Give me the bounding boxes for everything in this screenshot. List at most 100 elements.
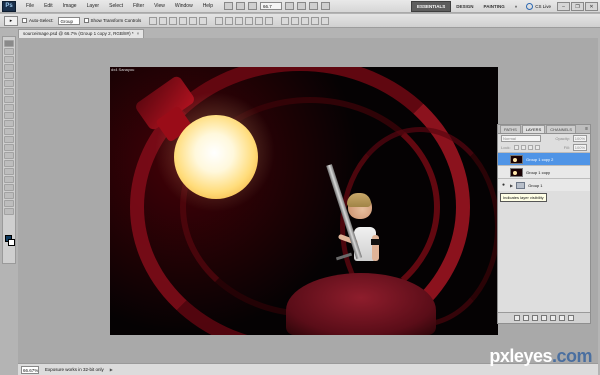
mini-bridge-icon[interactable] [235,2,245,10]
tab-paths[interactable]: PATHS [500,125,521,133]
marquee-tool-icon[interactable] [4,48,14,55]
3d-roll-icon[interactable] [291,16,300,25]
transform-controls-checkbox[interactable] [83,18,89,23]
lock-pixels-icon[interactable] [520,145,526,150]
distribute-bottom-icon[interactable] [235,16,244,25]
align-vcenter-icon[interactable] [159,16,168,25]
arrange-documents-icon[interactable] [308,2,318,10]
document-tab[interactable]: sourceimage.psd @ 66.7% (Group 1 copy 2,… [18,29,145,38]
rotate-view-icon[interactable] [296,2,306,10]
tab-channels[interactable]: CHANNELS [546,125,577,133]
auto-select-option[interactable]: Auto-Select: [22,18,54,23]
eraser-tool-icon[interactable] [4,120,14,127]
delete-layer-icon[interactable] [568,315,574,321]
3d-pan-icon[interactable] [301,16,310,25]
3d-rotate-tool-icon[interactable] [4,184,14,191]
visibility-eye-icon[interactable]: ● [500,182,507,189]
close-button[interactable]: ✕ [585,1,598,11]
3d-scale-icon[interactable] [321,16,330,25]
minimize-button[interactable]: – [557,1,570,11]
tab-layers[interactable]: LAYERS [521,125,546,133]
new-layer-icon[interactable] [559,315,565,321]
align-top-icon[interactable] [149,16,158,25]
distribute-top-icon[interactable] [215,16,224,25]
image-canvas[interactable] [110,67,498,335]
clone-stamp-tool-icon[interactable] [4,104,14,111]
distribute-vcenter-icon[interactable] [225,16,234,25]
menu-view[interactable]: View [149,0,170,13]
menu-layer[interactable]: Layer [82,0,105,13]
status-menu-arrow-icon[interactable]: ▶ [110,367,113,372]
adjustment-layer-icon[interactable] [541,315,547,321]
link-layers-icon[interactable] [514,315,520,321]
eyedropper-tool-icon[interactable] [4,80,14,87]
opacity-field[interactable]: 100% [573,135,587,142]
align-left-icon[interactable] [179,16,188,25]
3d-slide-icon[interactable] [311,16,320,25]
align-hcenter-icon[interactable] [189,16,198,25]
hand-tool-icon[interactable] [284,2,294,10]
cs-live-button[interactable]: CS Live [526,2,551,10]
auto-select-dropdown[interactable]: Group [57,16,80,25]
restore-button[interactable]: ❐ [571,1,584,11]
layer-style-icon[interactable] [523,315,529,321]
layer-row[interactable]: Group 1 copy 2 [498,152,590,165]
blend-mode-dropdown[interactable]: Normal [501,135,541,142]
bridge-icon[interactable] [223,2,233,10]
fill-field[interactable]: 100% [573,144,587,151]
background-color-swatch[interactable] [8,239,15,246]
workspace-essentials[interactable]: ESSENTIALS [411,0,452,12]
menu-edit[interactable]: Edit [39,0,58,13]
hand-tool-icon[interactable] [4,200,14,207]
lock-position-icon[interactable] [527,145,533,150]
lasso-tool-icon[interactable] [4,56,14,63]
new-group-icon[interactable] [550,315,556,321]
menu-window[interactable]: Window [170,0,198,13]
screen-mode-icon[interactable] [320,2,330,10]
dodge-tool-icon[interactable] [4,144,14,151]
distribute-left-icon[interactable] [245,16,254,25]
workspace-painting[interactable]: PAINTING [479,2,510,11]
document-close-icon[interactable]: × [137,30,140,38]
group-expand-icon[interactable]: ▶ [510,183,513,188]
layer-row[interactable]: ● ▶ Group 1 [498,178,590,191]
visibility-eye-icon[interactable] [500,169,507,176]
transform-controls-option[interactable]: Show Transform Controls [83,18,141,23]
type-tool-icon[interactable] [4,160,14,167]
crop-tool-icon[interactable] [4,72,14,79]
zoom-level-dropdown[interactable]: 66.7 [259,2,282,10]
menu-file[interactable]: File [21,0,39,13]
workspace-design[interactable]: DESIGN [451,2,478,11]
layer-mask-icon[interactable] [532,315,538,321]
zoom-field[interactable]: 66.67% [21,365,39,374]
layer-row[interactable]: Group 1 copy [498,165,590,178]
visibility-eye-icon[interactable] [500,156,507,163]
pen-tool-icon[interactable] [4,152,14,159]
menu-select[interactable]: Select [104,0,128,13]
shape-tool-icon[interactable] [4,176,14,183]
move-tool-icon[interactable] [4,40,14,47]
distribute-hcenter-icon[interactable] [255,16,264,25]
3d-rotate-icon[interactable] [281,16,290,25]
path-select-tool-icon[interactable] [4,168,14,175]
gradient-tool-icon[interactable] [4,128,14,135]
panel-menu-icon[interactable]: ≡ [585,126,588,133]
brush-tool-icon[interactable] [4,96,14,103]
distribute-right-icon[interactable] [265,16,274,25]
blur-tool-icon[interactable] [4,136,14,143]
quick-select-tool-icon[interactable] [4,64,14,71]
zoom-tool-icon[interactable] [4,208,14,215]
align-bottom-icon[interactable] [169,16,178,25]
menu-help[interactable]: Help [198,0,218,13]
lock-all-icon[interactable] [534,145,540,150]
move-tool-preset[interactable]: ▸ [4,15,18,26]
extras-icon[interactable] [247,2,257,10]
menu-image[interactable]: Image [58,0,82,13]
auto-select-checkbox[interactable] [22,18,27,23]
history-brush-tool-icon[interactable] [4,112,14,119]
lock-transparency-icon[interactable] [513,145,519,150]
healing-brush-tool-icon[interactable] [4,88,14,95]
workspace-more[interactable]: » [510,2,523,11]
3d-camera-tool-icon[interactable] [4,192,14,199]
menu-filter[interactable]: Filter [128,0,149,13]
